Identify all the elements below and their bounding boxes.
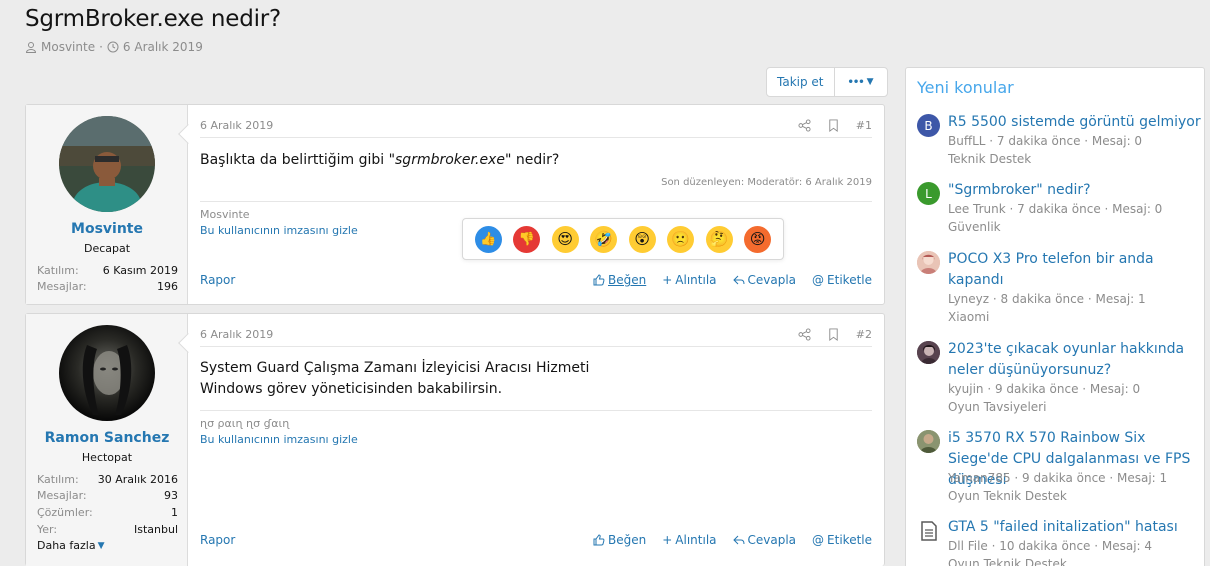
reply-button[interactable]: Cevapla bbox=[732, 533, 796, 547]
page-title: SgrmBroker.exe nedir? bbox=[25, 6, 282, 32]
tag-button[interactable]: @ Etiketle bbox=[812, 273, 872, 287]
thread-date[interactable]: 6 Aralık 2019 bbox=[123, 40, 203, 54]
thumbs-up-icon bbox=[593, 534, 605, 546]
like-button[interactable]: Beğen bbox=[593, 273, 646, 287]
thread-forum[interactable]: Oyun Teknik Destek bbox=[948, 555, 1067, 566]
avatar[interactable] bbox=[917, 251, 940, 274]
tag-button[interactable]: @ Etiketle bbox=[812, 533, 872, 547]
thread-meta: Mosvinte · 6 Aralık 2019 bbox=[25, 40, 203, 54]
signature: ɳσ ραιɳ ɳσ ɠαιɳ Bu kullanıcının imzasını… bbox=[200, 410, 872, 446]
at-icon: @ bbox=[812, 273, 825, 287]
hide-signature-link[interactable]: Bu kullanıcının imzasını gizle bbox=[200, 433, 872, 446]
heart-eyes-icon[interactable]: 😍 bbox=[551, 225, 579, 253]
signature-text: ɳσ ραιɳ ɳσ ɠαιɳ bbox=[200, 417, 290, 430]
file-icon[interactable] bbox=[917, 519, 940, 542]
post-message: System Guard Çalışma Zamanı İzleyicisi A… bbox=[200, 360, 590, 397]
thumbs-up-icon[interactable]: 👍 bbox=[474, 225, 502, 253]
post-number[interactable]: #1 bbox=[856, 119, 872, 132]
clock-icon bbox=[107, 41, 119, 53]
thread-actions: Takip et ••• ▼ bbox=[766, 67, 888, 97]
frowning-icon[interactable]: 🙁 bbox=[667, 225, 695, 253]
avatar[interactable]: B bbox=[917, 114, 940, 137]
avatar[interactable]: L bbox=[917, 182, 940, 205]
thread-title-link[interactable]: 2023'te çıkacak oyunlar hakkında neler d… bbox=[948, 339, 1203, 381]
avatar[interactable] bbox=[917, 430, 940, 453]
thread-title-link[interactable]: "Sgrmbroker" nedir? bbox=[948, 180, 1203, 201]
like-button[interactable]: Beğen bbox=[593, 533, 646, 547]
widget-title[interactable]: Yeni konular bbox=[917, 78, 1014, 97]
more-options-button[interactable]: ••• ▼ bbox=[835, 68, 887, 96]
post-header: 6 Aralık 2019 #2 bbox=[200, 328, 872, 347]
thinking-icon[interactable]: 🤔 bbox=[705, 225, 733, 253]
thread-meta: Dll File · 10 dakika önce · Mesaj: 4 bbox=[948, 539, 1153, 553]
post-number[interactable]: #2 bbox=[856, 328, 872, 341]
username[interactable]: Mosvinte bbox=[26, 221, 188, 237]
astonished-icon[interactable]: 😲 bbox=[628, 225, 656, 253]
last-edited: Son düzenleyen: Moderatör: 6 Aralık 2019 bbox=[661, 177, 872, 188]
thread-forum[interactable]: Güvenlik bbox=[948, 218, 1001, 236]
thread-meta: kyujin · 9 dakika önce · Mesaj: 0 bbox=[948, 382, 1141, 396]
quote-button[interactable]: + Alıntıla bbox=[662, 273, 716, 287]
thread-title-link[interactable]: GTA 5 "failed initalization" hatası bbox=[948, 517, 1203, 538]
thread-title-link[interactable]: R5 5500 sistemde görüntü gelmiyor bbox=[948, 112, 1203, 133]
post-header: 6 Aralık 2019 #1 bbox=[200, 119, 872, 138]
rofl-icon[interactable]: 🤣 bbox=[590, 225, 618, 253]
chevron-down-icon: ▼ bbox=[97, 540, 105, 551]
username[interactable]: Ramon Sanchez bbox=[26, 430, 188, 446]
post-2: Ramon Sanchez Hectopat Katılım: 30 Aralık… bbox=[25, 313, 885, 566]
thumbs-up-icon bbox=[593, 274, 605, 286]
quote-button[interactable]: + Alıntıla bbox=[662, 533, 716, 547]
report-button[interactable]: Rapor bbox=[200, 533, 235, 547]
avatar[interactable] bbox=[59, 116, 155, 212]
thread-title-link[interactable]: POCO X3 Pro telefon bir anda kapandı bbox=[948, 249, 1203, 291]
post-date[interactable]: 6 Aralık 2019 bbox=[200, 119, 273, 132]
plus-icon: + bbox=[662, 273, 673, 287]
post-date[interactable]: 6 Aralık 2019 bbox=[200, 328, 273, 341]
follow-button[interactable]: Takip et bbox=[767, 68, 835, 96]
bookmark-icon[interactable] bbox=[827, 119, 840, 132]
post-1: Mosvinte Decapat Katılım: 6 Kasım 2019 Me… bbox=[25, 104, 885, 305]
share-icon[interactable] bbox=[798, 119, 811, 132]
post-user-panel: Mosvinte Decapat Katılım: 6 Kasım 2019 Me… bbox=[26, 105, 188, 304]
reply-icon bbox=[732, 535, 745, 545]
thumbs-down-icon[interactable]: 👎 bbox=[513, 225, 541, 253]
thread-forum[interactable]: Teknik Destek bbox=[948, 150, 1031, 168]
user-stats: Katılım: 30 Aralık 2016 Mesajlar: 93 Çözüm… bbox=[37, 472, 178, 553]
user-stats: Katılım: 6 Kasım 2019 Mesajlar: 196 bbox=[37, 263, 178, 294]
more-info-toggle[interactable]: Daha fazla ▼ bbox=[37, 539, 105, 552]
thread-author[interactable]: Mosvinte bbox=[41, 40, 95, 54]
user-icon bbox=[25, 42, 37, 53]
thread-meta: Yaman785 · 9 dakika önce · Mesaj: 1 bbox=[948, 471, 1168, 485]
bookmark-icon[interactable] bbox=[827, 328, 840, 341]
thread-meta: Lyneyz · 8 dakika önce · Mesaj: 1 bbox=[948, 292, 1146, 306]
user-title: Decapat bbox=[83, 242, 131, 255]
angry-icon[interactable]: 😡 bbox=[744, 225, 772, 253]
avatar[interactable] bbox=[59, 325, 155, 421]
new-threads-widget: Yeni konular B R5 5500 sistemde görüntü … bbox=[905, 67, 1205, 566]
post-message: Başlıkta da belirttiğim gibi "sgrmbroker… bbox=[200, 152, 560, 168]
thread-forum[interactable]: Oyun Teknik Destek bbox=[948, 487, 1067, 505]
thread-forum[interactable]: Oyun Tavsiyeleri bbox=[948, 398, 1046, 416]
plus-icon: + bbox=[662, 533, 673, 547]
thread-meta: BuffLL · 7 dakika önce · Mesaj: 0 bbox=[948, 134, 1143, 148]
avatar[interactable] bbox=[917, 341, 940, 364]
thread-meta: Lee Trunk · 7 dakika önce · Mesaj: 0 bbox=[948, 202, 1163, 216]
at-icon: @ bbox=[812, 533, 825, 547]
reply-icon bbox=[732, 275, 745, 285]
thread-forum[interactable]: Xiaomi bbox=[948, 308, 989, 326]
user-title: Hectopat bbox=[81, 451, 133, 464]
post-user-panel: Ramon Sanchez Hectopat Katılım: 30 Aralık… bbox=[26, 314, 188, 566]
report-button[interactable]: Rapor bbox=[200, 273, 235, 287]
reply-button[interactable]: Cevapla bbox=[732, 273, 796, 287]
chevron-down-icon: ▼ bbox=[866, 77, 874, 87]
reaction-bar: 👍 👎 😍 🤣 😲 🙁 🤔 😡 bbox=[462, 218, 784, 260]
share-icon[interactable] bbox=[798, 328, 811, 341]
